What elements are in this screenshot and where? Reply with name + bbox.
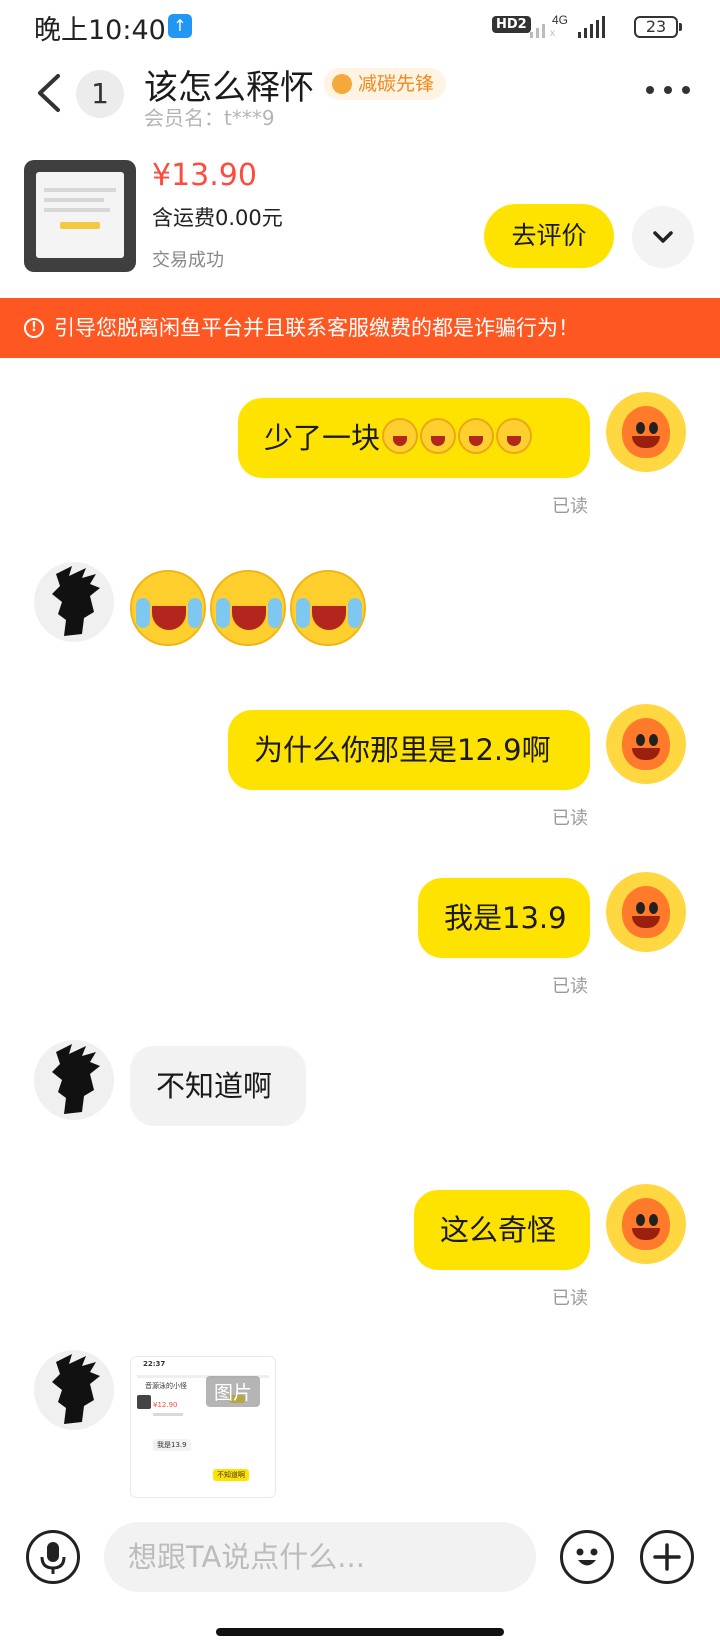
my-avatar[interactable] xyxy=(606,872,686,952)
crying-emoji-icon xyxy=(420,418,457,454)
hd-badge: HD2 xyxy=(492,16,531,33)
crying-laughing-emoji-icon xyxy=(210,570,286,646)
more-actions-button[interactable] xyxy=(640,1530,694,1584)
my-avatar[interactable] xyxy=(606,1184,686,1264)
fraud-warning-banner: ! 引导您脱离闲鱼平台并且联系客服缴费的都是诈骗行为！ xyxy=(0,298,720,358)
product-thumbnail[interactable] xyxy=(24,160,136,272)
contact-avatar[interactable] xyxy=(34,1350,114,1430)
alert-circle-icon: ! xyxy=(24,318,44,338)
image-label: 图片 xyxy=(206,1376,261,1407)
status-time: 晚上10:40 xyxy=(34,15,166,46)
crying-laughing-emoji-icon xyxy=(290,570,366,646)
contact-avatar[interactable] xyxy=(34,562,114,642)
review-button[interactable]: 去评价 xyxy=(484,204,614,268)
read-receipt: 已读 xyxy=(552,976,588,997)
message-bubble-me[interactable]: 我是13.9 xyxy=(418,878,590,958)
message-input[interactable] xyxy=(104,1522,536,1592)
microphone-icon xyxy=(40,1542,66,1574)
emoji-button[interactable] xyxy=(560,1530,614,1584)
message-bubble-me[interactable]: 少了一块 xyxy=(238,398,590,478)
battery-icon: 23 xyxy=(634,16,682,38)
network-label: 4G xyxy=(552,14,568,27)
carbon-badge[interactable]: 减碳先锋 xyxy=(324,68,447,100)
message-bubble-them[interactable]: 不知道啊 xyxy=(130,1046,306,1126)
message-bubble-me[interactable]: 为什么你那里是12.9啊 xyxy=(228,710,590,790)
deal-status: 交易成功 xyxy=(152,250,224,271)
chevron-down-icon xyxy=(653,231,673,243)
fraud-warning-text: 引导您脱离闲鱼平台并且联系客服缴费的都是诈骗行为！ xyxy=(54,316,579,340)
read-receipt: 已读 xyxy=(552,496,588,517)
contact-avatar[interactable] xyxy=(34,1040,114,1120)
crying-laughing-emoji-icon xyxy=(130,570,206,646)
svg-text:x: x xyxy=(550,28,555,39)
thumb-time: 22:37 xyxy=(143,1360,166,1368)
crying-emoji-icon xyxy=(382,418,419,454)
home-indicator[interactable] xyxy=(216,1628,504,1636)
member-name: 会员名：t***9 xyxy=(144,106,275,130)
read-receipt: 已读 xyxy=(552,808,588,829)
my-avatar[interactable] xyxy=(606,704,686,784)
crying-emoji-icon xyxy=(458,418,495,454)
chevron-left-icon[interactable] xyxy=(32,68,68,118)
product-price: ¥13.90 xyxy=(152,158,257,193)
crying-emoji-icon xyxy=(496,418,533,454)
unread-count-badge[interactable]: 1 xyxy=(76,70,124,118)
more-dots-icon[interactable] xyxy=(644,80,692,100)
leaf-icon xyxy=(332,74,352,94)
carbon-badge-label: 减碳先锋 xyxy=(358,73,435,95)
arrow-up-icon: ↑ xyxy=(168,14,192,38)
shipping-fee: 含运费0.00元 xyxy=(152,206,283,230)
voice-button[interactable] xyxy=(26,1530,80,1584)
message-text: 少了一块 xyxy=(264,421,381,455)
read-receipt: 已读 xyxy=(552,1288,588,1309)
emoji-face-icon xyxy=(576,1548,598,1566)
signal-icon: x 4G xyxy=(530,14,605,39)
thumb-chip-me: 我是13.9 xyxy=(153,1439,191,1451)
thumb-title: 音源泳的小怪 xyxy=(145,1382,187,1390)
plus-icon xyxy=(653,1543,681,1571)
thumb-chip-them: 不知道啊 xyxy=(213,1469,249,1481)
thumb-price: ¥12.90 xyxy=(153,1401,178,1409)
expand-button[interactable] xyxy=(632,206,694,268)
message-bubble-me[interactable]: 这么奇怪 xyxy=(414,1190,590,1270)
my-avatar[interactable] xyxy=(606,392,686,472)
